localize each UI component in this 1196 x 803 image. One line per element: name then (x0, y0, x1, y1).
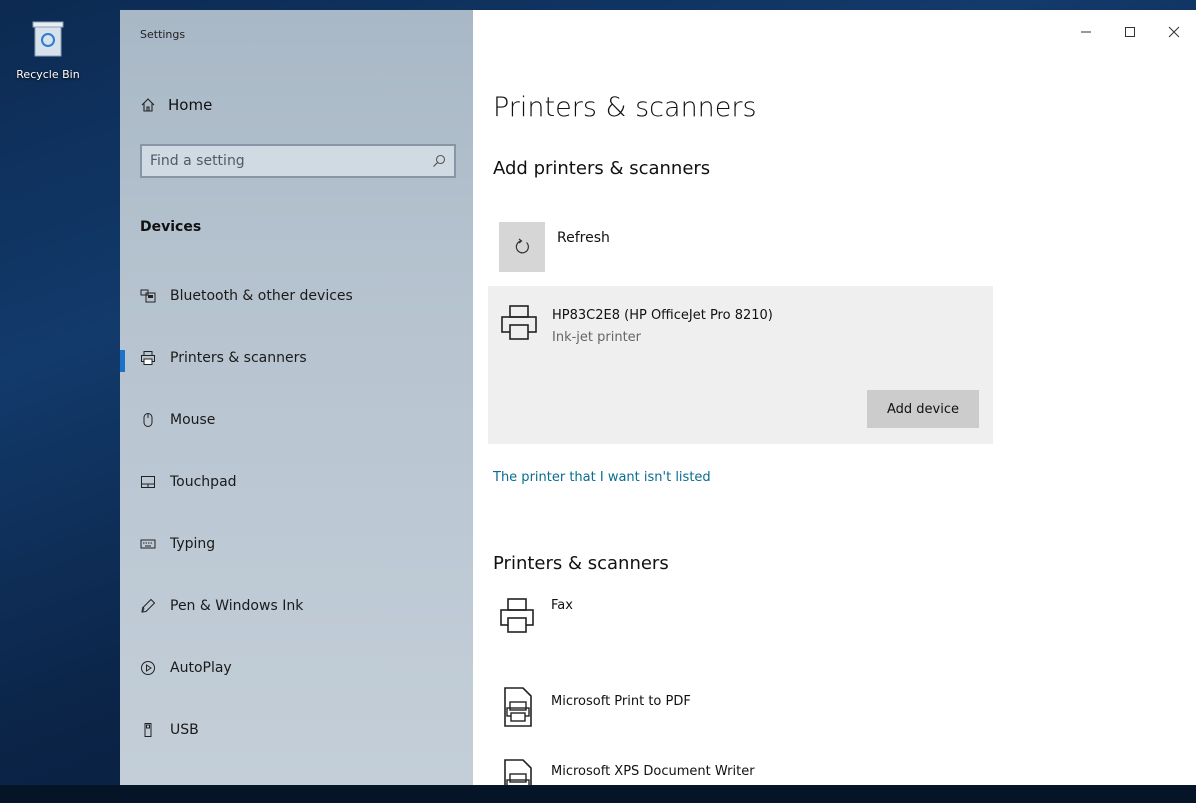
list-item[interactable]: Microsoft XPS Document Writer (499, 752, 899, 785)
mouse-icon (143, 413, 153, 427)
add-printers-heading: Add printers & scanners (493, 158, 711, 179)
found-device-card[interactable]: HP83C2E8 (HP OfficeJet Pro 8210) Ink-jet… (488, 286, 993, 444)
printers-list-heading: Printers & scanners (493, 553, 669, 574)
pdf-printer-icon (504, 687, 532, 727)
sidebar-item-label: Pen & Windows Ink (170, 598, 304, 614)
printer-name: Microsoft Print to PDF (551, 694, 691, 709)
printer-icon (141, 351, 155, 365)
xps-printer-icon (504, 759, 532, 785)
printer-name: Fax (551, 598, 573, 613)
search-icon[interactable] (432, 154, 446, 168)
printer-icon (501, 305, 537, 340)
refresh-button[interactable]: Refresh (499, 222, 610, 272)
sidebar-item-label: USB (170, 722, 199, 738)
autoplay-icon (141, 661, 155, 675)
recycle-bin-label: Recycle Bin (16, 68, 80, 81)
sidebar-item-touchpad[interactable]: Touchpad (120, 451, 473, 513)
sidebar-item-label: Touchpad (170, 474, 237, 490)
sidebar: Settings Home Devices Bluetooth & (120, 10, 473, 785)
home-icon (141, 98, 155, 112)
sidebar-item-label: AutoPlay (170, 660, 232, 676)
recycle-bin-icon (32, 21, 64, 57)
bluetooth-devices-icon (140, 289, 156, 303)
refresh-tile (499, 222, 545, 272)
refresh-icon (515, 238, 529, 254)
settings-window: Settings Home Devices Bluetooth & (120, 10, 1196, 785)
sidebar-item-pen[interactable]: Pen & Windows Ink (120, 575, 473, 637)
sidebar-item-label: Mouse (170, 412, 216, 428)
printer-icon (500, 598, 534, 633)
sidebar-item-usb[interactable]: USB (120, 699, 473, 761)
search-box (140, 144, 456, 178)
app-title: Settings (140, 28, 186, 41)
close-button[interactable] (1152, 10, 1196, 54)
printer-name: Microsoft XPS Document Writer (551, 764, 755, 779)
section-heading-devices: Devices (140, 219, 202, 235)
pen-icon (141, 598, 156, 613)
window-controls (1064, 10, 1196, 54)
sidebar-item-label: Printers & scanners (170, 350, 307, 366)
touchpad-icon (141, 476, 155, 488)
maximize-button[interactable] (1108, 10, 1152, 54)
nav-home-label: Home (168, 96, 213, 114)
add-device-button[interactable]: Add device (867, 390, 979, 428)
printer-list: Fax Microsoft Print to PDF Microsoft XPS… (499, 592, 899, 785)
sidebar-item-bluetooth[interactable]: Bluetooth & other devices (120, 265, 473, 327)
refresh-label: Refresh (557, 230, 610, 246)
keyboard-icon (140, 539, 156, 549)
nav-list: Bluetooth & other devices Printers & sca… (120, 265, 473, 761)
sidebar-item-typing[interactable]: Typing (120, 513, 473, 575)
device-type: Ink-jet printer (552, 330, 642, 345)
list-item[interactable]: Fax (499, 592, 899, 672)
taskbar (0, 785, 1196, 803)
content-pane: Printers & scanners Add printers & scann… (473, 10, 1196, 785)
sidebar-item-autoplay[interactable]: AutoPlay (120, 637, 473, 699)
minimize-button[interactable] (1064, 10, 1108, 54)
nav-home[interactable]: Home (140, 96, 212, 114)
sidebar-item-label: Typing (170, 536, 216, 552)
search-input[interactable] (150, 153, 432, 169)
page-title: Printers & scanners (493, 92, 757, 123)
sidebar-item-label: Bluetooth & other devices (170, 288, 353, 304)
device-name: HP83C2E8 (HP OfficeJet Pro 8210) (552, 308, 773, 323)
recycle-bin-desktop-icon[interactable]: Recycle Bin (8, 18, 88, 81)
usb-icon (144, 723, 152, 737)
sidebar-item-printers[interactable]: Printers & scanners (120, 327, 473, 389)
maximize-icon (1125, 27, 1135, 37)
list-item[interactable]: Microsoft Print to PDF (499, 672, 899, 752)
printer-not-listed-link[interactable]: The printer that I want isn't listed (493, 470, 711, 485)
sidebar-item-mouse[interactable]: Mouse (120, 389, 473, 451)
minimize-icon (1081, 31, 1091, 33)
close-icon (1168, 26, 1180, 38)
